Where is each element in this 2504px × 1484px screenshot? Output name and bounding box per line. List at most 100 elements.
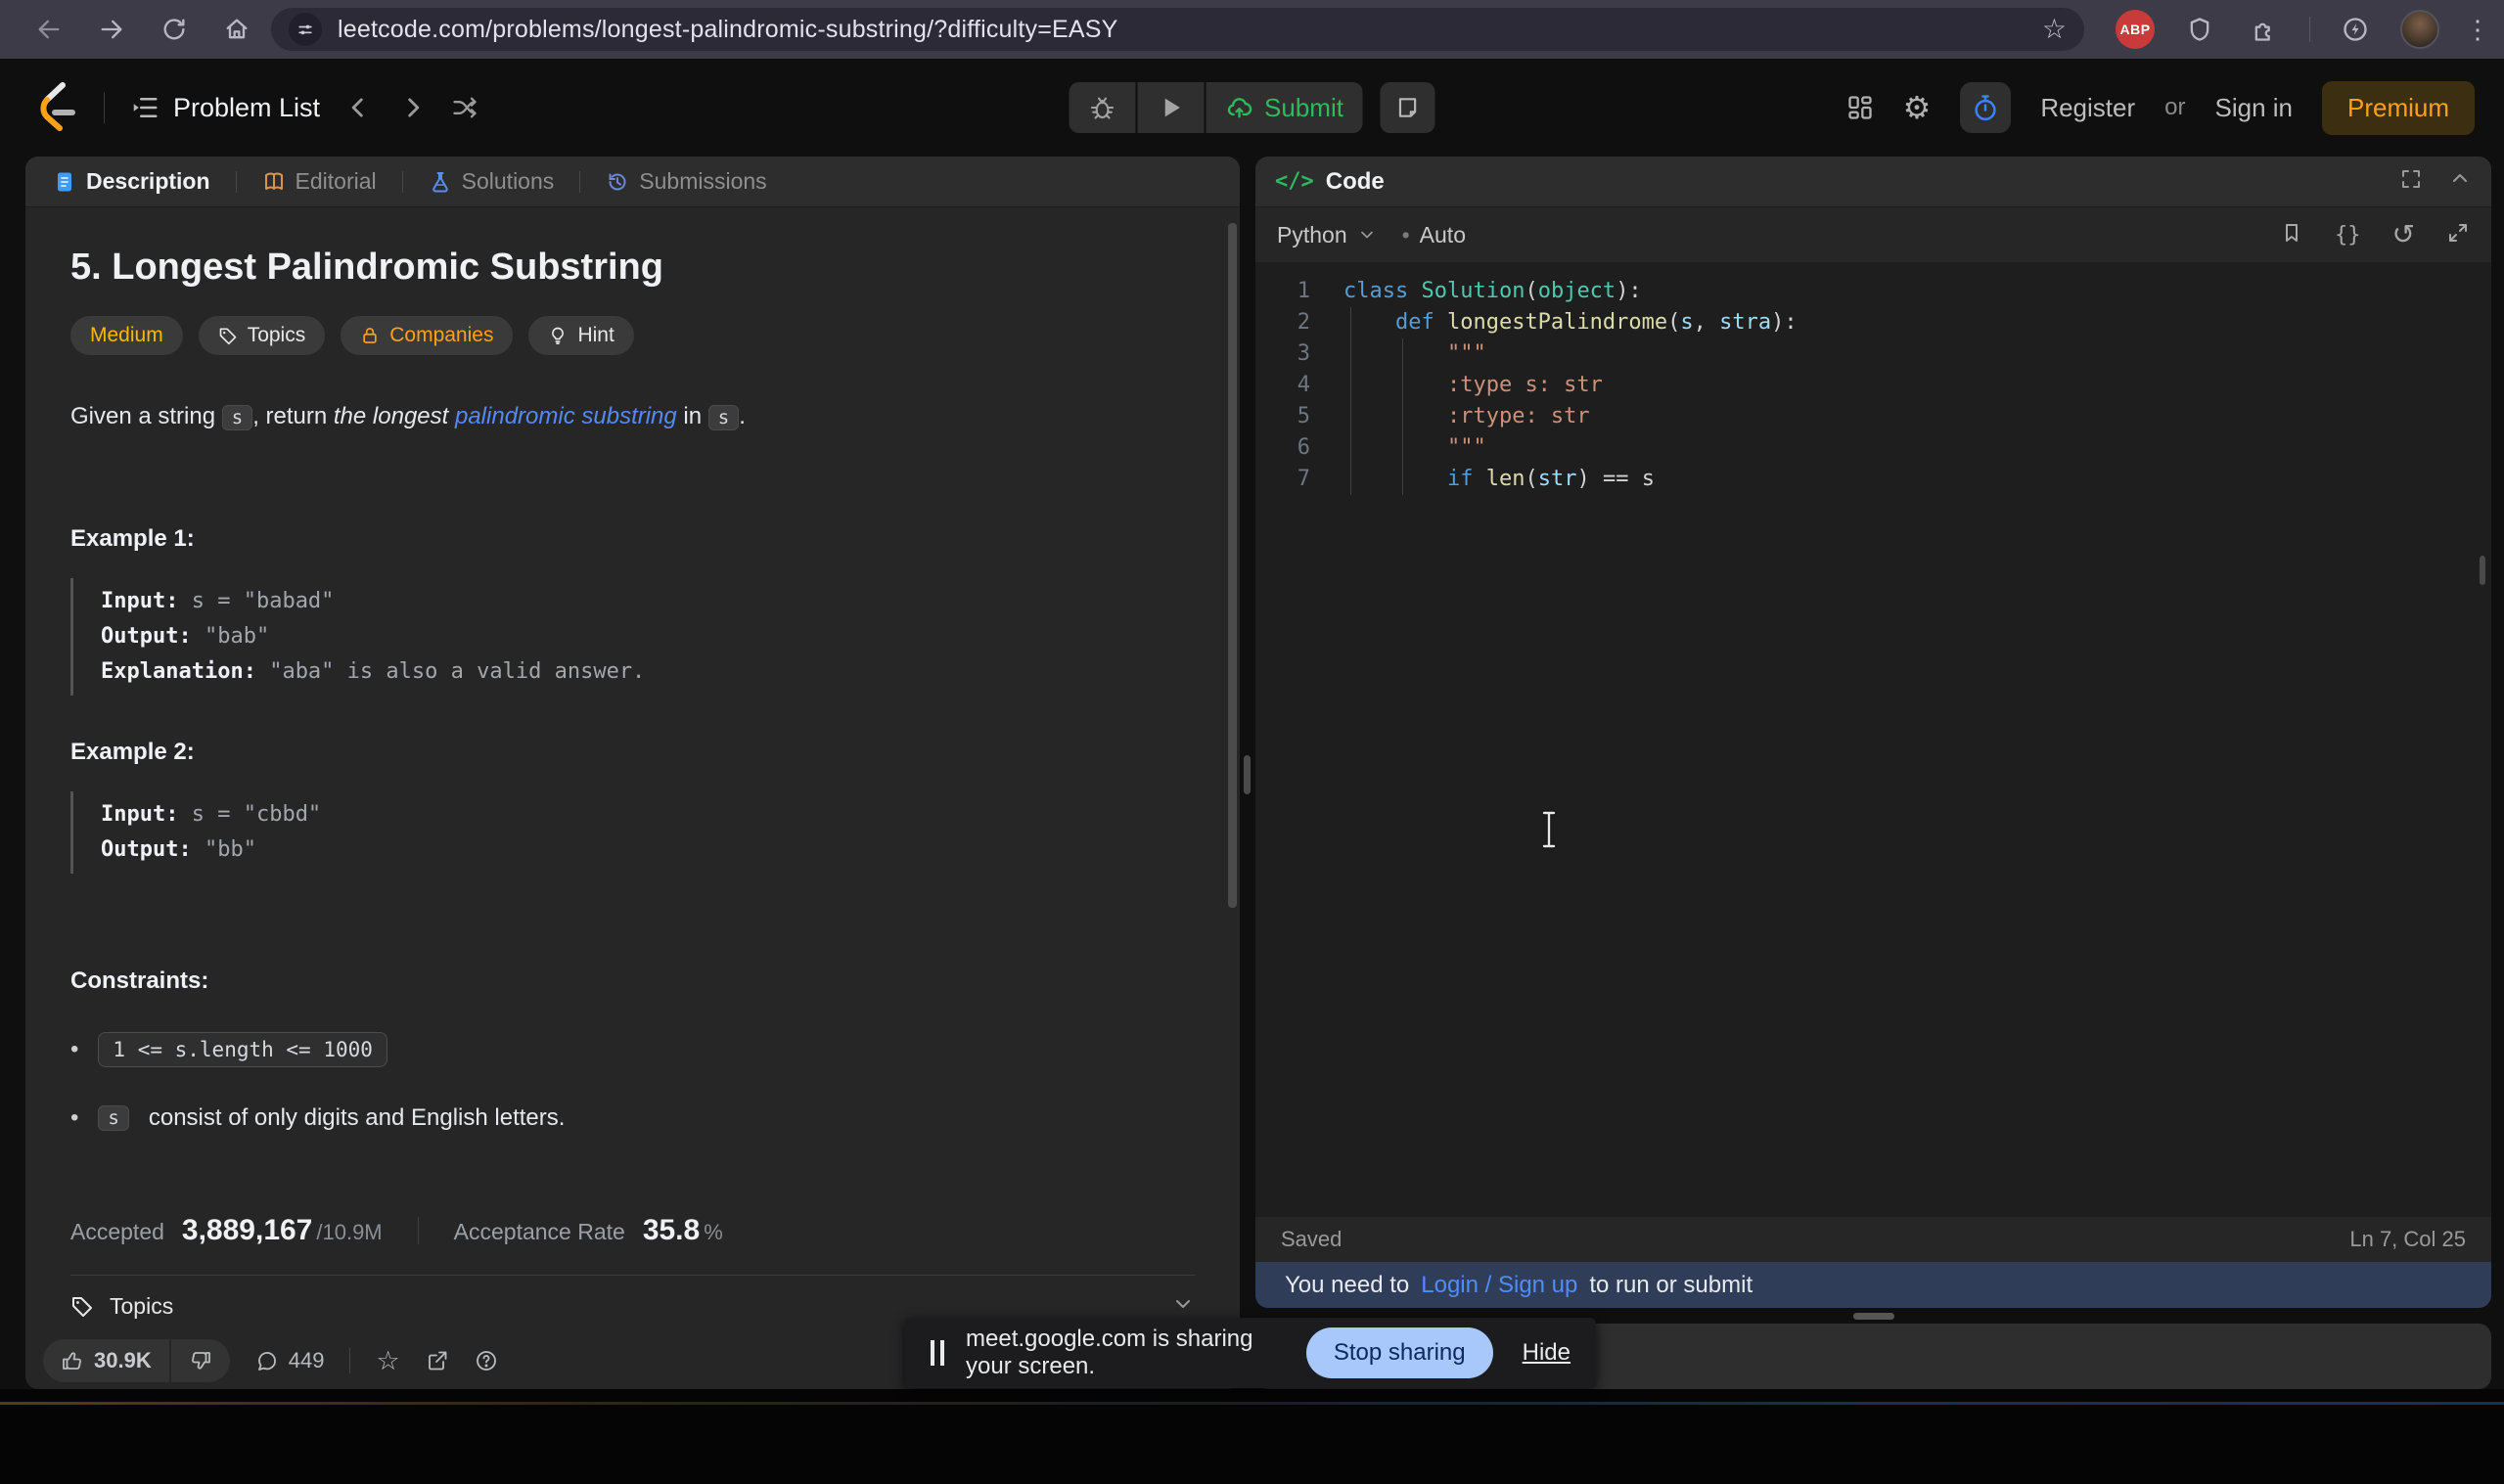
reload-icon[interactable] [155, 10, 194, 49]
layout-grid-icon[interactable] [1846, 94, 1874, 121]
shuffle-icon[interactable] [451, 94, 478, 121]
comment-icon [255, 1349, 279, 1372]
constraint-part: 1 <= s.length <= 1000 [98, 1032, 387, 1067]
url-text[interactable]: leetcode.com/problems/longest-palindromi… [338, 16, 2042, 44]
code-text: """ [1343, 432, 1486, 464]
tab-solutions[interactable]: Solutions [423, 168, 561, 195]
example-row: Explanation: "aba" is also a valid answe… [101, 654, 1195, 690]
timer-button[interactable] [1960, 82, 2011, 133]
code-line: 7 if len(str) == s [1255, 464, 2491, 495]
expand-editor-icon[interactable] [2446, 221, 2470, 249]
leetcode-logo[interactable] [33, 79, 78, 137]
language-value: Python [1277, 222, 1347, 248]
like-button[interactable]: 30.9K [43, 1339, 169, 1382]
bookmark-star-icon[interactable]: ☆ [2042, 16, 2067, 43]
constraint-part: consist of only digits and English lette… [149, 1104, 566, 1132]
format-code-icon[interactable]: {} [2335, 223, 2361, 247]
lock-icon [360, 326, 380, 345]
line-number: 7 [1267, 464, 1310, 495]
hint-chip[interactable]: Hint [528, 316, 633, 355]
companies-chip[interactable]: Companies [341, 316, 513, 355]
banner-text-post: to run or submit [1589, 1272, 1753, 1299]
auto-dot: • [1402, 222, 1410, 248]
submit-button[interactable]: Submit [1206, 82, 1363, 133]
login-banner: You need to Login / Sign up to run or su… [1255, 1262, 2491, 1308]
code-panel-title: Code [1326, 168, 1385, 196]
line-number: 1 [1267, 276, 1310, 307]
bottom-strip [0, 1389, 2504, 1484]
code-editor[interactable]: 1class Solution(object):2 def longestPal… [1255, 262, 2491, 1217]
topics-chip[interactable]: Topics [199, 316, 326, 355]
toolbar-divider [2309, 17, 2310, 42]
tab-editorial[interactable]: Editorial [256, 168, 383, 195]
problem-list-icon [130, 93, 159, 122]
prev-problem-button[interactable] [345, 94, 373, 121]
tab-label: Solutions [462, 168, 555, 195]
topics-accordion-label: Topics [110, 1293, 173, 1320]
login-signup-link[interactable]: Login / Sign up [1421, 1272, 1577, 1299]
favorite-star-icon[interactable]: ☆ [376, 1348, 399, 1374]
share-icon[interactable] [426, 1349, 449, 1372]
tag-icon [218, 326, 238, 345]
signin-link[interactable]: Sign in [2214, 93, 2293, 123]
statement-part: s [222, 405, 252, 430]
extensions-puzzle-icon[interactable] [2245, 10, 2284, 49]
hide-button[interactable]: Hide [1523, 1339, 1571, 1367]
panel-tabbar: Description Editorial Solutions Submissi… [25, 157, 1240, 207]
constraints-list: •1 <= s.length <= 1000•s consist of only… [70, 1032, 1195, 1132]
statement-part: in [677, 403, 708, 429]
address-bar[interactable]: leetcode.com/problems/longest-palindromi… [271, 8, 2084, 51]
browser-menu-icon[interactable]: ⋮ [2465, 15, 2490, 45]
notes-button[interactable] [1381, 82, 1435, 133]
difficulty-badge[interactable]: Medium [70, 316, 183, 355]
nav-divider [104, 92, 105, 123]
tab-submissions[interactable]: Submissions [600, 168, 772, 195]
energy-saver-icon[interactable] [2336, 10, 2375, 49]
auto-label[interactable]: Auto [1420, 222, 1466, 248]
settings-gear-icon[interactable]: ⚙ [1903, 89, 1932, 126]
dislike-button[interactable] [171, 1339, 230, 1382]
acceptance-rate-unit: % [704, 1220, 723, 1245]
code-line: 1class Solution(object): [1255, 276, 2491, 307]
code-text: :rtype: str [1343, 401, 1590, 432]
code-text: def longestPalindrome(s, stra): [1343, 307, 1798, 338]
debug-button[interactable] [1069, 82, 1135, 133]
back-icon[interactable] [29, 10, 68, 49]
forward-icon[interactable] [92, 10, 131, 49]
register-link[interactable]: Register [2040, 93, 2135, 123]
run-button[interactable] [1137, 82, 1204, 133]
constraint-item: •1 <= s.length <= 1000 [70, 1032, 1195, 1067]
editor-toolbar: Python • Auto {} ↺ [1255, 207, 2491, 262]
statement-part: the longest [334, 403, 448, 429]
left-panel-scrollbar[interactable] [1228, 223, 1237, 908]
language-select[interactable]: Python [1277, 222, 1377, 248]
premium-button[interactable]: Premium [2322, 81, 2475, 135]
home-icon[interactable] [217, 10, 256, 49]
help-icon[interactable] [475, 1349, 498, 1372]
stats-divider [418, 1217, 419, 1244]
save-status: Saved [1281, 1227, 1342, 1252]
adblock-extension-icon[interactable]: ABP [2116, 10, 2155, 49]
strip-gradient-line [0, 1402, 2504, 1405]
description-icon [53, 170, 76, 194]
example-heading: Example 2: [70, 739, 1195, 766]
console-drag-handle[interactable] [1853, 1313, 1894, 1320]
companies-chip-label: Companies [389, 324, 493, 347]
leetcode-navbar: Problem List Submit ⚙ Register or Si [0, 59, 2504, 157]
problem-list-button[interactable]: Problem List [130, 93, 320, 123]
tab-description[interactable]: Description [47, 168, 216, 195]
collapse-panel-icon[interactable] [2448, 167, 2472, 196]
site-info-icon[interactable] [289, 13, 322, 46]
fullscreen-icon[interactable] [2399, 167, 2423, 196]
comments-button[interactable]: 449 [255, 1348, 325, 1373]
problem-content: 5. Longest Palindromic Substring Medium … [25, 247, 1240, 1336]
profile-avatar[interactable] [2400, 10, 2439, 49]
palindromic-substring-link[interactable]: palindromic substring [455, 403, 677, 429]
reset-code-icon[interactable]: ↺ [2392, 221, 2415, 248]
bookmark-icon[interactable] [2280, 221, 2303, 249]
next-problem-button[interactable] [398, 94, 426, 121]
panel-resize-handle[interactable] [1244, 755, 1251, 794]
shield-extension-icon[interactable] [2180, 10, 2219, 49]
editor-scrollbar[interactable] [2480, 556, 2485, 585]
stop-sharing-button[interactable]: Stop sharing [1306, 1327, 1493, 1378]
